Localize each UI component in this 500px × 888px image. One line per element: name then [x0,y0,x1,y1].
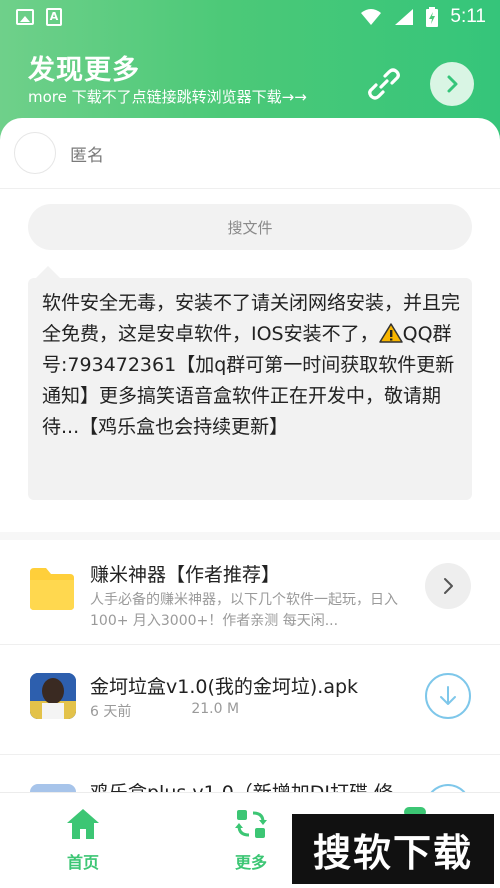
home-icon [67,809,99,839]
app-icon [30,673,76,719]
image-notification-icon [16,9,34,25]
watermark-text: 搜软下载 [312,830,473,875]
swap-icon [235,810,267,838]
clock: 5:11 [450,6,486,27]
notice-text: 软件安全无毒，安装不了请关闭网络安装，并且完全免费，这是安卓软件，IOS安装不了… [42,288,462,443]
warning-icon [378,323,403,343]
item-name[interactable]: 赚米神器【作者推荐】 [90,560,280,587]
status-bar: A 5:11 [0,0,500,34]
item-meta: 6 天前 21.0 M [90,701,239,721]
link-button[interactable] [364,64,404,104]
item-name[interactable]: 金坷垃盒v1.0(我的金坷垃).apk [90,672,358,699]
item-description: 人手必备的赚米神器，以下几个软件一起玩，日入100+ 月入3000+！作者亲测 … [90,592,398,629]
folder-icon [28,566,76,612]
chevron-right-icon [444,578,453,594]
notice-bubble: 软件安全无毒，安装不了请关闭网络安装，并且完全免费，这是安卓软件，IOS安装不了… [28,266,472,500]
divider [0,754,500,755]
user-name: 匿名 [70,146,104,166]
download-arrow-icon [440,686,456,705]
page-subtitle[interactable]: more 下载不了点链接跳转浏览器下载→→ [28,86,307,107]
open-folder-button[interactable] [425,563,471,609]
wifi-icon [361,9,382,25]
item-size: 21.0 M [191,701,240,717]
link-icon [368,68,400,100]
nav-more-label: 更多 [234,853,267,872]
battery-icon [426,7,439,27]
download-button[interactable] [425,673,471,719]
watermark: 搜软下载 [292,814,494,884]
section-separator [0,532,500,540]
avatar[interactable] [14,132,56,174]
search-files-button[interactable]: 搜文件 [28,204,472,250]
divider [0,644,500,645]
item-time: 6 天前 [90,704,132,720]
divider [0,188,500,189]
signal-icon [395,9,414,25]
next-button[interactable] [430,62,474,106]
page-title: 发现更多 [28,55,140,86]
search-label: 搜文件 [227,218,273,237]
nav-home[interactable]: 首页 [38,807,128,873]
app-notification-icon: A [46,8,62,26]
nav-more[interactable]: 更多 [206,807,296,873]
chevron-right-icon [447,75,458,93]
nav-home-label: 首页 [66,853,99,872]
